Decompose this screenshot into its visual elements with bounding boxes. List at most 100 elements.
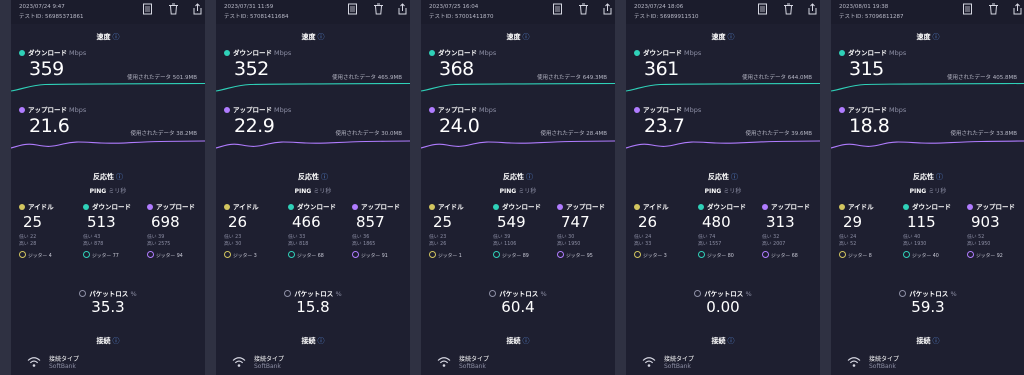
wifi-icon — [232, 357, 246, 367]
ping-unit: ミリ秒 — [108, 188, 127, 195]
jitter-icon — [903, 251, 910, 258]
share-icon[interactable] — [602, 3, 613, 15]
idle-jitter: ジッター 1 — [429, 251, 489, 259]
wifi-icon — [27, 357, 41, 367]
idle-dot-icon — [839, 204, 845, 210]
ping-download-column: ダウンロード 115 低い 40 高い 1930 ジッター 40 — [903, 201, 963, 259]
upload-value: 22.9 — [234, 115, 275, 137]
speed-label: 速度 — [506, 33, 521, 41]
document-icon[interactable] — [962, 3, 973, 15]
result-panel-2[interactable]: 2023/07/31 11:59 テストID: 57081411684 速度 ⓘ … — [216, 0, 410, 375]
document-icon[interactable] — [347, 3, 358, 15]
idle-jitter: ジッター 3 — [224, 251, 284, 259]
download-sparkline — [626, 82, 820, 92]
info-icon[interactable]: ⓘ — [936, 173, 943, 181]
low-label: 低い — [83, 235, 93, 240]
trash-icon[interactable] — [578, 3, 589, 15]
test-id: テストID: 57001411870 — [429, 14, 494, 20]
ping-unit: ミリ秒 — [928, 188, 947, 195]
trash-icon[interactable] — [783, 3, 794, 15]
ping-upload-column: アップロード 698 低い 39 高い 2575 ジッター 94 — [147, 201, 205, 259]
panel-gap — [205, 0, 216, 375]
info-icon[interactable]: ⓘ — [933, 33, 940, 41]
download-jitter-value: 68 — [317, 254, 324, 259]
info-icon[interactable]: ⓘ — [731, 173, 738, 181]
connection-provider: SoftBank — [254, 363, 281, 370]
info-icon[interactable]: ⓘ — [116, 173, 123, 181]
idle-low-value: 23 — [235, 235, 242, 240]
document-icon[interactable] — [757, 3, 768, 15]
download-low-high: 低い 39 高い 1106 — [493, 234, 553, 248]
low-label: 低い — [967, 235, 977, 240]
idle-dot-icon — [634, 204, 640, 210]
share-icon[interactable] — [807, 3, 818, 15]
document-icon[interactable] — [552, 3, 563, 15]
download-ping-value: 549 — [497, 213, 526, 231]
upload-low-value: 32 — [773, 235, 780, 240]
jitter-label: ジッター — [848, 254, 868, 259]
ping-label: PING ミリ秒 — [11, 186, 205, 195]
high-label: 高い — [147, 242, 157, 247]
download-low-high: 低い 40 高い 1930 — [903, 234, 963, 248]
upload-low-high: 低い 39 高い 2575 — [147, 234, 205, 248]
test-date: 2023/07/24 18:06 — [634, 4, 684, 10]
info-icon[interactable]: ⓘ — [728, 33, 735, 41]
result-panel-1[interactable]: 2023/07/24 9:47 テストID: 56985371861 速度 ⓘ ダ… — [11, 0, 205, 375]
idle-low-high: 低い 23 高い 26 — [429, 234, 489, 248]
info-icon[interactable]: ⓘ — [318, 337, 325, 345]
download-label: ダウンロード Mbps — [839, 47, 906, 57]
trash-icon[interactable] — [168, 3, 179, 15]
info-icon[interactable]: ⓘ — [321, 173, 328, 181]
result-panel-4[interactable]: 2023/07/24 18:06 テストID: 56989911510 速度 ⓘ … — [626, 0, 820, 375]
info-icon[interactable]: ⓘ — [113, 337, 120, 345]
document-icon[interactable] — [142, 3, 153, 15]
packet-loss-unit: % — [540, 290, 547, 298]
upload-low-high: 低い 30 高い 1950 — [557, 234, 615, 248]
download-high-value: 1930 — [914, 242, 927, 247]
jitter-label: ジッター — [643, 254, 663, 259]
test-date: 2023/07/25 16:04 — [429, 4, 479, 10]
info-icon[interactable]: ⓘ — [526, 173, 533, 181]
upload-unit: Mbps — [69, 106, 87, 114]
speed-label: 速度 — [711, 33, 726, 41]
ping-text: PING — [499, 188, 517, 195]
result-panel-3[interactable]: 2023/07/25 16:04 テストID: 57001411870 速度 ⓘ … — [421, 0, 615, 375]
info-icon[interactable]: ⓘ — [523, 33, 530, 41]
high-label: 高い — [557, 242, 567, 247]
info-icon[interactable]: ⓘ — [318, 33, 325, 41]
high-label: 高い — [634, 242, 644, 247]
test-id: テストID: 56989911510 — [634, 14, 699, 20]
idle-text: アイドル — [643, 203, 669, 211]
trash-icon[interactable] — [988, 3, 999, 15]
jitter-icon — [634, 251, 641, 258]
info-icon[interactable]: ⓘ — [113, 33, 120, 41]
share-icon[interactable] — [192, 3, 203, 15]
download-jitter-value: 77 — [112, 254, 119, 259]
download-dot-icon — [83, 204, 89, 210]
download-unit: Mbps — [274, 49, 292, 57]
upload-text: アップロード — [848, 106, 887, 114]
download-high-value: 818 — [299, 242, 309, 247]
ping-unit: ミリ秒 — [518, 188, 537, 195]
wifi-icon — [642, 357, 656, 367]
result-panel-5[interactable]: 2023/08/01 19:38 テストID: 57096811287 速度 ⓘ … — [831, 0, 1024, 375]
download-unit: Mbps — [889, 49, 907, 57]
trash-icon[interactable] — [373, 3, 384, 15]
download-dot-icon — [224, 50, 230, 56]
ping-upload-text: アップロード — [976, 203, 1015, 211]
share-icon[interactable] — [397, 3, 408, 15]
packet-loss-text: パケットロス — [89, 290, 129, 298]
idle-high-value: 33 — [645, 242, 652, 247]
upload-low-high: 低い 52 高い 1950 — [967, 234, 1024, 248]
ping-download-text: ダウンロード — [92, 203, 131, 211]
idle-ping-value: 26 — [228, 213, 248, 231]
info-icon[interactable]: ⓘ — [933, 337, 940, 345]
share-icon[interactable] — [1012, 3, 1023, 15]
responsiveness-label: 反応性 — [913, 173, 934, 181]
panel-gap — [0, 0, 11, 375]
info-icon[interactable]: ⓘ — [523, 337, 530, 345]
upload-label: アップロード Mbps — [634, 104, 701, 114]
ping-text: PING — [89, 188, 107, 195]
info-icon[interactable]: ⓘ — [728, 337, 735, 345]
ping-upload-label: アップロード — [967, 201, 1024, 211]
